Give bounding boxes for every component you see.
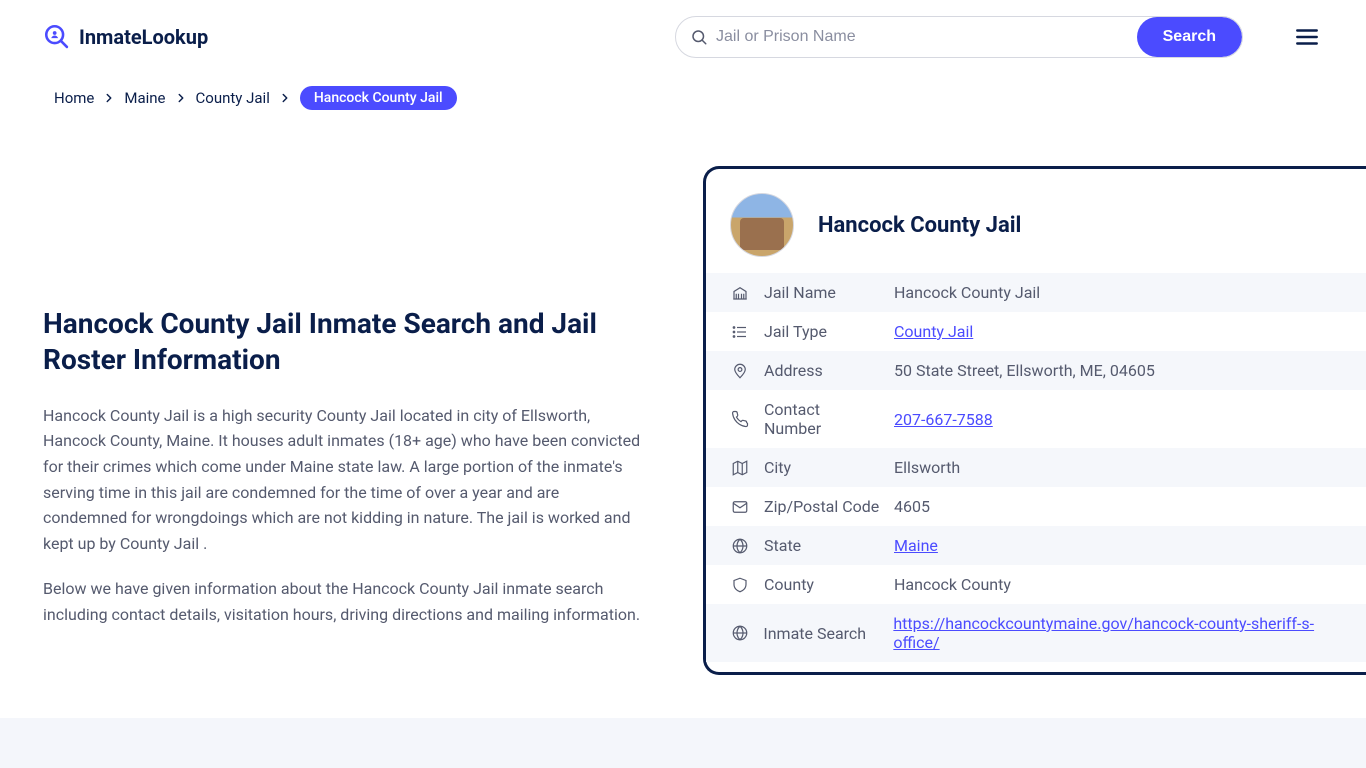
breadcrumb-link-state[interactable]: Maine bbox=[124, 89, 165, 107]
chevron-right-icon bbox=[278, 91, 292, 105]
row-value: Hancock County Jail bbox=[894, 283, 1040, 302]
card-header: Hancock County Jail bbox=[706, 193, 1366, 273]
jail-type-link[interactable]: County Jail bbox=[894, 322, 973, 341]
main-content: Hancock County Jail Inmate Search and Ja… bbox=[0, 110, 1366, 675]
search-form: Search bbox=[675, 16, 1243, 58]
row-label: Zip/Postal Code bbox=[764, 497, 880, 516]
state-link[interactable]: Maine bbox=[894, 536, 938, 555]
globe-icon bbox=[730, 624, 749, 642]
magnifier-person-icon bbox=[43, 23, 71, 51]
row-label: City bbox=[764, 458, 880, 477]
card-title: Hancock County Jail bbox=[818, 213, 1021, 238]
row-county: County Hancock County bbox=[706, 565, 1366, 604]
row-value: 50 State Street, Ellsworth, ME, 04605 bbox=[894, 361, 1155, 380]
row-label: Contact Number bbox=[764, 400, 880, 438]
breadcrumb: Home Maine County Jail Hancock County Ja… bbox=[0, 74, 1366, 110]
page-title: Hancock County Jail Inmate Search and Ja… bbox=[43, 306, 643, 379]
brand-name: InmateLookup bbox=[79, 25, 208, 49]
row-value: 207-667-7588 bbox=[894, 410, 993, 429]
row-value: County Jail bbox=[894, 322, 973, 341]
jail-info-card: Hancock County Jail Jail Name Hancock Co… bbox=[703, 166, 1366, 675]
breadcrumb-link-home[interactable]: Home bbox=[54, 89, 94, 107]
breadcrumb-current: Hancock County Jail bbox=[300, 86, 457, 110]
row-jail-type: Jail Type County Jail bbox=[706, 312, 1366, 351]
search-icon bbox=[690, 28, 708, 46]
brand-logo[interactable]: InmateLookup bbox=[43, 23, 208, 51]
intro-paragraph-1: Hancock County Jail is a high security C… bbox=[43, 403, 643, 557]
inmate-search-link[interactable]: https://hancockcountymaine.gov/hancock-c… bbox=[893, 614, 1314, 652]
row-label: Jail Type bbox=[764, 322, 880, 341]
map-icon bbox=[730, 459, 750, 477]
row-label: County bbox=[764, 575, 880, 594]
chevron-right-icon bbox=[174, 91, 188, 105]
row-contact: Contact Number 207-667-7588 bbox=[706, 390, 1366, 448]
row-value: 4605 bbox=[894, 497, 930, 516]
card-rows: Jail Name Hancock County Jail Jail Type … bbox=[706, 273, 1366, 662]
search-button[interactable]: Search bbox=[1137, 17, 1242, 57]
phone-icon bbox=[730, 410, 750, 428]
row-label: Inmate Search bbox=[763, 624, 879, 643]
info-card-column: Hancock County Jail Jail Name Hancock Co… bbox=[699, 166, 1366, 675]
jail-avatar bbox=[730, 193, 794, 257]
footer-band bbox=[0, 718, 1366, 768]
row-label: Jail Name bbox=[764, 283, 880, 302]
intro-paragraph-2: Below we have given information about th… bbox=[43, 576, 643, 627]
hamburger-menu-button[interactable] bbox=[1291, 21, 1323, 53]
globe-icon bbox=[730, 537, 750, 555]
row-address: Address 50 State Street, Ellsworth, ME, … bbox=[706, 351, 1366, 390]
row-zip: Zip/Postal Code 4605 bbox=[706, 487, 1366, 526]
search-input[interactable] bbox=[676, 17, 1137, 57]
row-value: https://hancockcountymaine.gov/hancock-c… bbox=[893, 614, 1345, 652]
map-pin-icon bbox=[730, 362, 750, 380]
list-icon bbox=[730, 323, 750, 341]
article-column: Hancock County Jail Inmate Search and Ja… bbox=[43, 166, 643, 675]
site-header: InmateLookup Search bbox=[0, 0, 1366, 74]
row-label: State bbox=[764, 536, 880, 555]
row-value: Hancock County bbox=[894, 575, 1011, 594]
row-jail-name: Jail Name Hancock County Jail bbox=[706, 273, 1366, 312]
shield-icon bbox=[730, 576, 750, 594]
building-icon bbox=[730, 284, 750, 302]
row-label: Address bbox=[764, 361, 880, 380]
row-state: State Maine bbox=[706, 526, 1366, 565]
contact-link[interactable]: 207-667-7588 bbox=[894, 410, 993, 429]
row-city: City Ellsworth bbox=[706, 448, 1366, 487]
chevron-right-icon bbox=[102, 91, 116, 105]
row-value: Ellsworth bbox=[894, 458, 960, 477]
row-inmate-search: Inmate Search https://hancockcountymaine… bbox=[706, 604, 1366, 662]
envelope-icon bbox=[730, 498, 750, 516]
breadcrumb-link-type[interactable]: County Jail bbox=[196, 89, 270, 107]
row-value: Maine bbox=[894, 536, 938, 555]
